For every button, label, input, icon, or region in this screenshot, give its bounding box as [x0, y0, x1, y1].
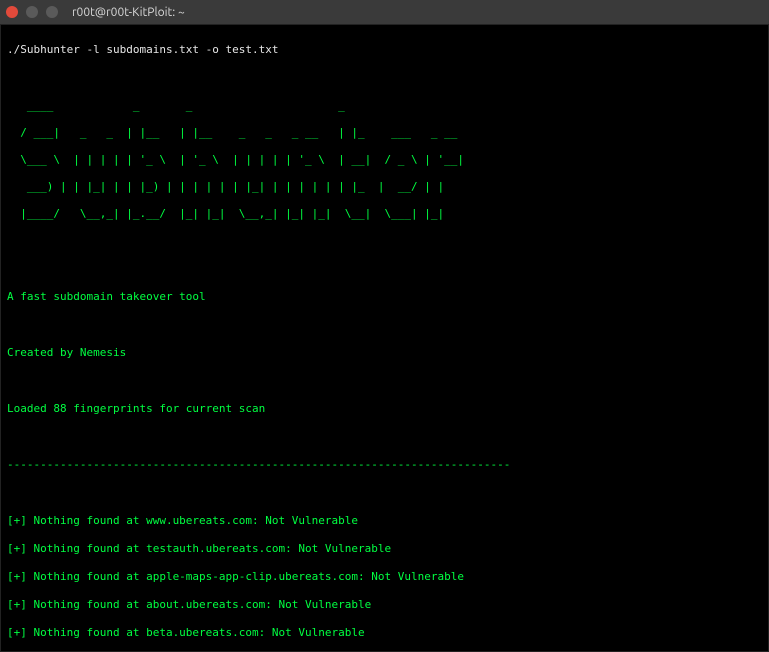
result-line: [+] Nothing found at www.ubereats.com: N…: [7, 514, 762, 528]
titlebar[interactable]: r00t@r00t-KitPloit: ~: [0, 0, 769, 24]
result-line: [+] Nothing found at apple-maps-app-clip…: [7, 570, 762, 584]
terminal-window: r00t@r00t-KitPloit: ~ ./Subhunter -l sub…: [0, 0, 769, 652]
tagline: A fast subdomain takeover tool: [7, 290, 762, 304]
divider-line: ----------------------------------------…: [7, 458, 762, 472]
result-line: [+] Nothing found at beta.ubereats.com: …: [7, 626, 762, 640]
blank-line: [7, 262, 762, 276]
command-line: ./Subhunter -l subdomains.txt -o test.tx…: [7, 43, 762, 57]
blank-line: [7, 318, 762, 332]
close-icon[interactable]: [6, 6, 18, 18]
loaded-line: Loaded 88 fingerprints for current scan: [7, 402, 762, 416]
maximize-icon[interactable]: [46, 6, 58, 18]
terminal-body[interactable]: ./Subhunter -l subdomains.txt -o test.tx…: [0, 24, 769, 652]
blank-line: [7, 234, 762, 248]
ascii-art-line: / ___| _ _ | |__ | |__ _ _ _ __ | |_ ___…: [7, 126, 762, 139]
ascii-art-line: ____ _ _ _: [7, 99, 762, 112]
minimize-icon[interactable]: [26, 6, 38, 18]
ascii-art-line: ___) | | |_| | | |_) | | | | | | |_| | |…: [7, 180, 762, 193]
blank-line: [7, 486, 762, 500]
credit-line: Created by Nemesis: [7, 346, 762, 360]
window-title: r00t@r00t-KitPloit: ~: [72, 6, 185, 19]
result-line: [+] Nothing found at about.ubereats.com:…: [7, 598, 762, 612]
ascii-art-line: |____/ \__,_| |_.__/ |_| |_| \__,_| |_| …: [7, 207, 762, 220]
blank-line: [7, 374, 762, 388]
blank-line: [7, 430, 762, 444]
ascii-art-line: \___ \ | | | | | '_ \ | '_ \ | | | | | '…: [7, 153, 762, 166]
result-line: [+] Nothing found at testauth.ubereats.c…: [7, 542, 762, 556]
blank-line: [7, 71, 762, 85]
